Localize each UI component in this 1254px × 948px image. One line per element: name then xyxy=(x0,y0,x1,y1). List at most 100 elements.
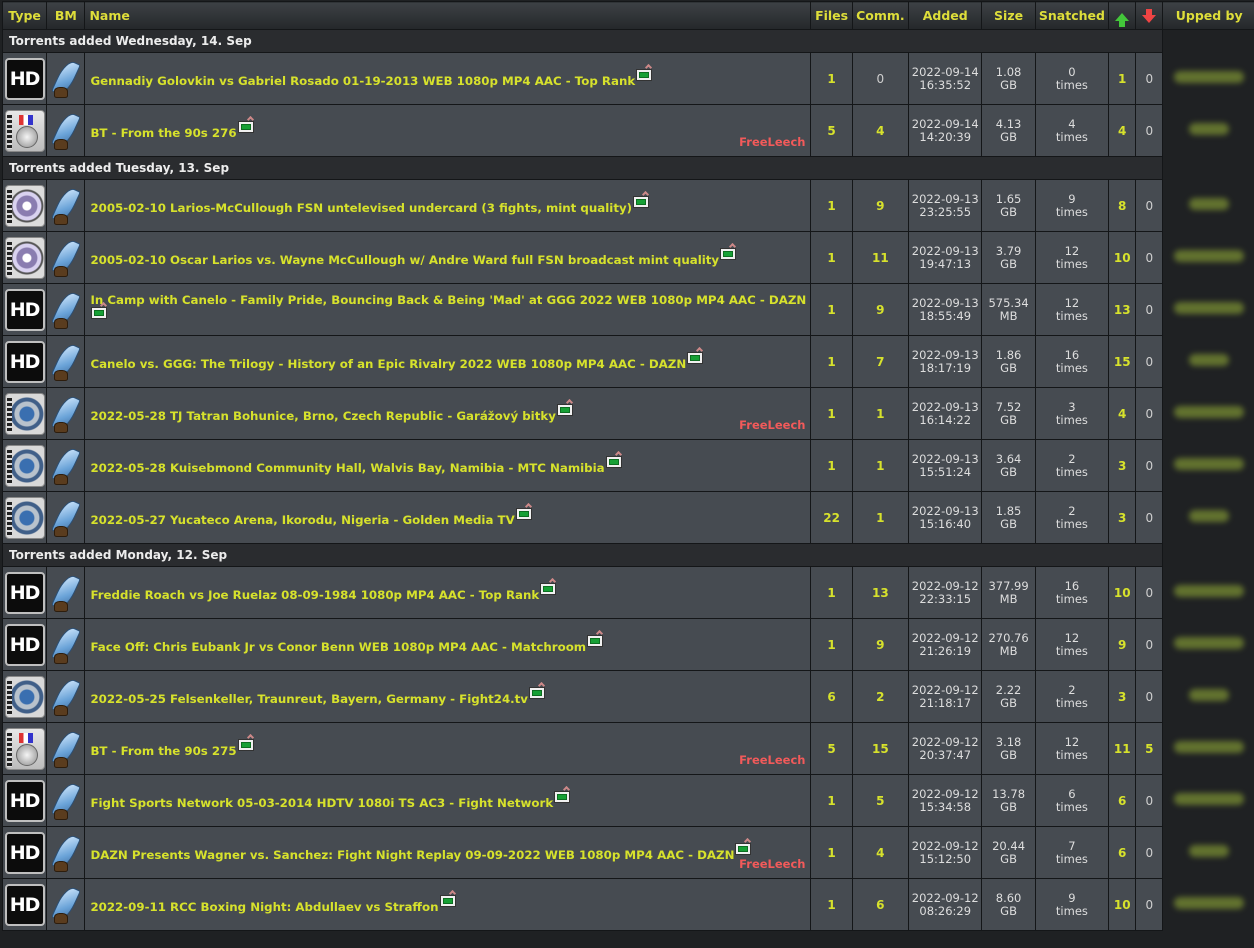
torrent-name-link[interactable]: 2005-02-10 Larios-McCullough FSN untelev… xyxy=(90,201,632,215)
hd-category-icon[interactable]: HD xyxy=(5,58,45,100)
files-count-link[interactable]: 1 xyxy=(827,459,835,473)
download-icon[interactable] xyxy=(516,508,532,520)
uploader-name-blurred[interactable] xyxy=(1174,406,1244,418)
uploader-name-blurred[interactable] xyxy=(1174,458,1244,470)
torrent-name-link[interactable]: Freddie Roach vs Joe Ruelaz 08-09-1984 1… xyxy=(90,588,539,602)
uploader-name-blurred[interactable] xyxy=(1189,198,1229,210)
hd-category-icon[interactable]: HD xyxy=(5,832,45,874)
uploader-name-blurred[interactable] xyxy=(1189,845,1229,857)
files-count-link[interactable]: 5 xyxy=(827,124,835,138)
torrent-name-link[interactable]: In Camp with Canelo - Family Pride, Boun… xyxy=(90,293,806,307)
feather-bookmark-icon[interactable] xyxy=(51,572,81,614)
uploader-name-blurred[interactable] xyxy=(1174,637,1244,649)
torrent-name-link[interactable]: 2022-05-27 Yucateco Arena, Ikorodu, Nige… xyxy=(90,513,514,527)
col-upped-by[interactable]: Upped by xyxy=(1163,2,1254,30)
download-icon[interactable] xyxy=(636,69,652,81)
col-leechers[interactable] xyxy=(1136,2,1163,30)
col-size[interactable]: Size xyxy=(982,2,1035,30)
col-snatched[interactable]: Snatched xyxy=(1035,2,1108,30)
torrent-name-link[interactable]: BT - From the 90s 275 xyxy=(90,744,236,758)
download-icon[interactable] xyxy=(238,121,254,133)
col-comments[interactable]: Comm. xyxy=(852,2,908,30)
comments-count-link[interactable]: 4 xyxy=(876,124,884,138)
col-type[interactable]: Type xyxy=(3,2,47,30)
comments-count-link[interactable]: 1 xyxy=(876,459,884,473)
col-files[interactable]: Files xyxy=(811,2,852,30)
download-icon[interactable] xyxy=(606,456,622,468)
files-count-link[interactable]: 1 xyxy=(827,586,835,600)
comments-count-link[interactable]: 9 xyxy=(876,199,884,213)
comments-count-link[interactable]: 1 xyxy=(876,407,884,421)
torrent-name-link[interactable]: DAZN Presents Wagner vs. Sanchez: Fight … xyxy=(90,848,734,862)
torrent-name-link[interactable]: Canelo vs. GGG: The Trilogy - History of… xyxy=(90,357,686,371)
uploader-name-blurred[interactable] xyxy=(1189,354,1229,366)
files-count-link[interactable]: 1 xyxy=(827,251,835,265)
torrent-name-link[interactable]: 2022-09-11 RCC Boxing Night: Abdullaev v… xyxy=(90,900,438,914)
disc-category-icon[interactable] xyxy=(5,185,45,227)
uploader-name-blurred[interactable] xyxy=(1174,71,1244,83)
seeders-count-link[interactable]: 15 xyxy=(1114,355,1131,369)
seeders-count-link[interactable]: 3 xyxy=(1118,511,1126,525)
files-count-link[interactable]: 6 xyxy=(827,690,835,704)
download-icon[interactable] xyxy=(238,739,254,751)
feather-bookmark-icon[interactable] xyxy=(51,624,81,666)
leechers-count[interactable]: 5 xyxy=(1145,742,1153,756)
col-added[interactable]: Added xyxy=(909,2,982,30)
col-bm[interactable]: BM xyxy=(47,2,85,30)
download-icon[interactable] xyxy=(440,895,456,907)
comments-count-link[interactable]: 9 xyxy=(876,303,884,317)
seeders-count-link[interactable]: 10 xyxy=(1114,251,1131,265)
comments-count-link[interactable]: 15 xyxy=(872,742,889,756)
earth-category-icon[interactable] xyxy=(5,445,45,487)
files-count-link[interactable]: 1 xyxy=(827,199,835,213)
medal-category-icon[interactable] xyxy=(5,110,45,152)
files-count-link[interactable]: 1 xyxy=(827,846,835,860)
seeders-count-link[interactable]: 6 xyxy=(1118,846,1126,860)
hd-category-icon[interactable]: HD xyxy=(5,289,45,331)
comments-count-link[interactable]: 6 xyxy=(876,898,884,912)
uploader-name-blurred[interactable] xyxy=(1189,510,1229,522)
feather-bookmark-icon[interactable] xyxy=(51,884,81,926)
uploader-name-blurred[interactable] xyxy=(1174,897,1244,909)
disc-category-icon[interactable] xyxy=(5,237,45,279)
feather-bookmark-icon[interactable] xyxy=(51,289,81,331)
hd-category-icon[interactable]: HD xyxy=(5,884,45,926)
comments-count-link[interactable]: 2 xyxy=(876,690,884,704)
uploader-name-blurred[interactable] xyxy=(1174,585,1244,597)
download-icon[interactable] xyxy=(720,248,736,260)
seeders-count-link[interactable]: 4 xyxy=(1118,124,1126,138)
seeders-count-link[interactable]: 4 xyxy=(1118,407,1126,421)
comments-count-link[interactable]: 4 xyxy=(876,846,884,860)
files-count-link[interactable]: 1 xyxy=(827,794,835,808)
feather-bookmark-icon[interactable] xyxy=(51,497,81,539)
download-icon[interactable] xyxy=(557,404,573,416)
seeders-count-link[interactable]: 1 xyxy=(1118,72,1126,86)
comments-count-link[interactable]: 9 xyxy=(876,638,884,652)
seeders-count-link[interactable]: 9 xyxy=(1118,638,1126,652)
seeders-count-link[interactable]: 3 xyxy=(1118,690,1126,704)
feather-bookmark-icon[interactable] xyxy=(51,780,81,822)
torrent-name-link[interactable]: Face Off: Chris Eubank Jr vs Conor Benn … xyxy=(90,640,586,654)
comments-count-link[interactable]: 11 xyxy=(872,251,889,265)
uploader-name-blurred[interactable] xyxy=(1174,250,1244,262)
seeders-count-link[interactable]: 13 xyxy=(1114,303,1131,317)
feather-bookmark-icon[interactable] xyxy=(51,676,81,718)
files-count-link[interactable]: 1 xyxy=(827,303,835,317)
uploader-name-blurred[interactable] xyxy=(1174,741,1244,753)
download-icon[interactable] xyxy=(91,307,107,319)
medal-category-icon[interactable] xyxy=(5,728,45,770)
download-icon[interactable] xyxy=(540,583,556,595)
feather-bookmark-icon[interactable] xyxy=(51,185,81,227)
comments-count-link[interactable]: 7 xyxy=(876,355,884,369)
col-name[interactable]: Name xyxy=(85,2,811,30)
files-count-link[interactable]: 1 xyxy=(827,407,835,421)
feather-bookmark-icon[interactable] xyxy=(51,728,81,770)
download-icon[interactable] xyxy=(735,843,751,855)
seeders-count-link[interactable]: 10 xyxy=(1114,586,1131,600)
torrent-name-link[interactable]: 2022-05-25 Felsenkeller, Traunreut, Baye… xyxy=(90,692,528,706)
files-count-link[interactable]: 5 xyxy=(827,742,835,756)
feather-bookmark-icon[interactable] xyxy=(51,237,81,279)
feather-bookmark-icon[interactable] xyxy=(51,832,81,874)
feather-bookmark-icon[interactable] xyxy=(51,445,81,487)
download-icon[interactable] xyxy=(587,635,603,647)
